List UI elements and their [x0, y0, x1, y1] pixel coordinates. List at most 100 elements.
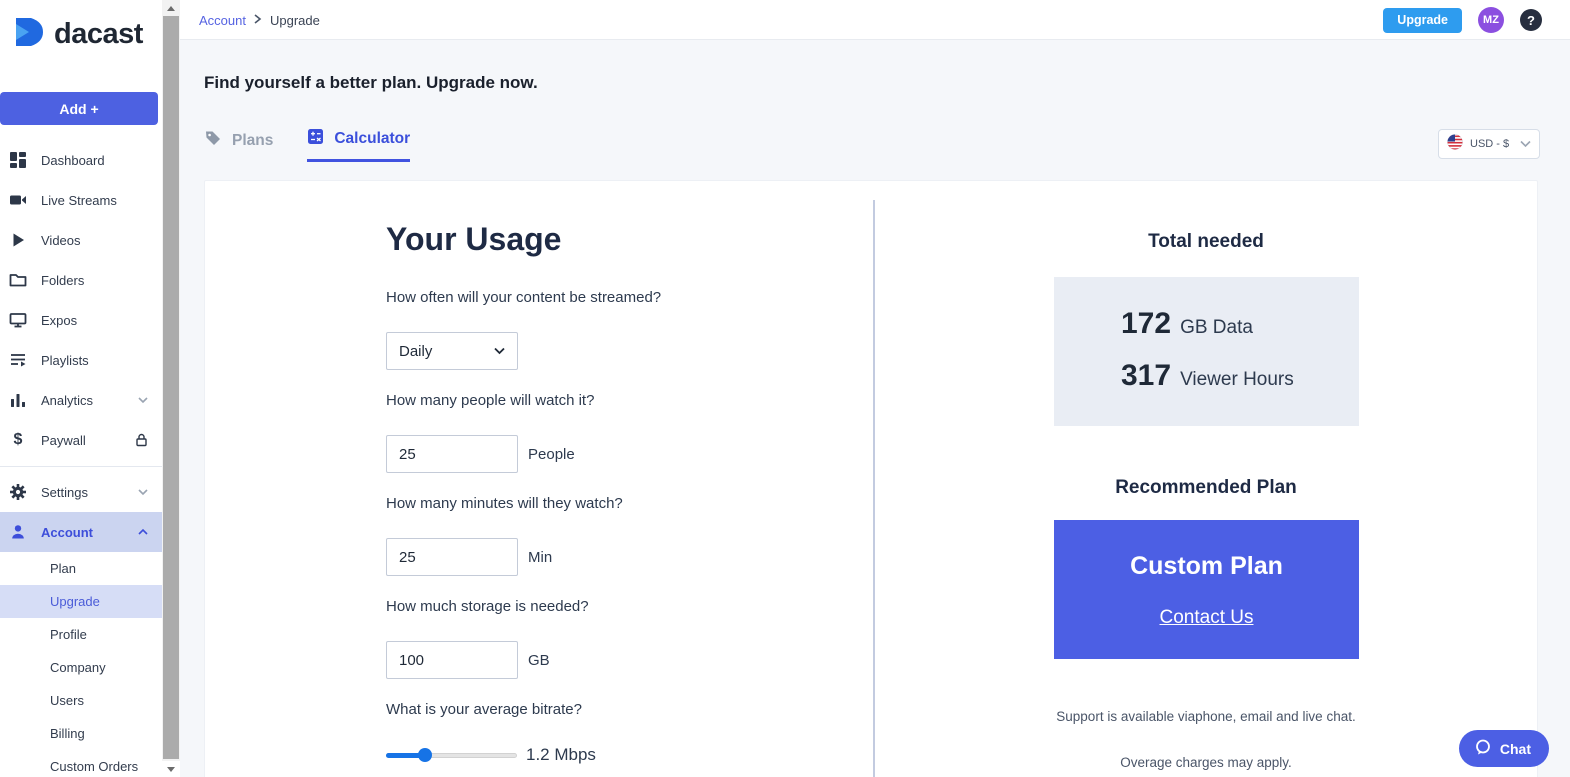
content: Find yourself a better plan. Upgrade now…: [180, 40, 1570, 777]
sidebar-subitem-profile[interactable]: Profile: [0, 618, 162, 651]
sidebar-item-playlists[interactable]: Playlists: [0, 340, 162, 380]
sidebar-item-paywall[interactable]: $ Paywall: [0, 420, 162, 460]
tabs: Plans Calculator: [204, 128, 411, 162]
calculator-card: Your Usage How often will your content b…: [204, 180, 1538, 777]
chat-button-label: Chat: [1499, 740, 1531, 757]
total-needed-box: 172 GB Data 317 Viewer Hours: [1054, 277, 1359, 426]
recommended-plan-box: Custom Plan Contact Us: [1054, 520, 1359, 659]
tab-label: Plans: [232, 131, 274, 149]
sidebar: dacast Add + Dashboard Live Streams Vide…: [0, 0, 162, 777]
total-needed-title: Total needed: [1148, 231, 1264, 252]
scroll-up-button[interactable]: [162, 0, 180, 16]
avatar[interactable]: MZ: [1478, 7, 1504, 33]
frequency-select[interactable]: Daily: [386, 332, 518, 370]
playlist-icon: [9, 351, 27, 369]
folder-icon: [9, 271, 27, 289]
sidebar-subitem-upgrade[interactable]: Upgrade: [0, 585, 162, 618]
storage-question: How much storage is needed?: [386, 598, 589, 615]
triangle-down-icon: [167, 766, 175, 772]
gear-icon: [9, 483, 27, 501]
slider-handle[interactable]: [418, 748, 433, 762]
data-unit: GB Data: [1180, 317, 1253, 338]
calculator-icon: [307, 128, 324, 150]
sidebar-item-label: Paywall: [41, 432, 86, 448]
us-flag-icon: [1447, 133, 1463, 155]
bitrate-question: What is your average bitrate?: [386, 701, 582, 718]
breadcrumb: Account Upgrade: [199, 0, 320, 40]
storage-input[interactable]: [386, 641, 518, 679]
frequency-question: How often will your content be streamed?: [386, 289, 662, 306]
sidebar-item-analytics[interactable]: Analytics: [0, 380, 162, 420]
sidebar-subitem-company[interactable]: Company: [0, 651, 162, 684]
overage-note: Overage charges may apply.: [1120, 755, 1292, 770]
plan-name: Custom Plan: [1130, 552, 1283, 580]
help-icon[interactable]: ?: [1520, 9, 1542, 31]
sidebar-item-videos[interactable]: Videos: [0, 220, 162, 260]
video-camera-icon: [9, 191, 27, 209]
lock-icon: [135, 433, 148, 447]
sidebar-item-folders[interactable]: Folders: [0, 260, 162, 300]
add-button[interactable]: Add +: [0, 92, 158, 125]
sidebar-nav: Dashboard Live Streams Videos Folders Ex…: [0, 140, 162, 460]
sidebar-item-expos[interactable]: Expos: [0, 300, 162, 340]
chevron-down-icon: [138, 487, 148, 497]
sidebar-item-label: Account: [41, 524, 93, 540]
sidebar-item-label: Settings: [41, 484, 88, 500]
people-input[interactable]: [386, 435, 518, 473]
sidebar-subitem-plan[interactable]: Plan: [0, 552, 162, 585]
sidebar-subitem-users[interactable]: Users: [0, 684, 162, 717]
people-unit: People: [528, 445, 575, 463]
sidebar-divider: [0, 466, 162, 467]
dashboard-icon: [9, 151, 27, 169]
sidebar-item-account[interactable]: Account: [0, 512, 162, 552]
viewer-hours-row: 317 Viewer Hours: [1121, 359, 1294, 393]
sidebar-item-dashboard[interactable]: Dashboard: [0, 140, 162, 180]
person-icon: [9, 523, 27, 541]
sidebar-item-label: Playlists: [41, 352, 89, 368]
bitrate-value: 1.2 Mbps: [526, 745, 596, 764]
topbar-right: Upgrade MZ ?: [1383, 0, 1542, 40]
data-value: 172: [1121, 307, 1172, 340]
sidebar-item-label: Analytics: [41, 392, 94, 408]
currency-value: USD - $: [1470, 138, 1510, 150]
viewer-hours-unit: Viewer Hours: [1180, 369, 1294, 390]
topbar-upgrade-button[interactable]: Upgrade: [1383, 7, 1462, 33]
storage-unit: GB: [528, 651, 550, 669]
data-row: 172 GB Data: [1121, 307, 1253, 341]
dacast-logo-icon: [13, 16, 47, 53]
sidebar-subitem-custom-orders[interactable]: Custom Orders: [0, 750, 162, 777]
breadcrumb-chevron-icon: [254, 11, 262, 29]
dacast-logo[interactable]: dacast: [13, 16, 143, 53]
sidebar-item-live-streams[interactable]: Live Streams: [0, 180, 162, 220]
bar-chart-icon: [9, 391, 27, 409]
contact-us-link[interactable]: Contact Us: [1054, 607, 1359, 629]
chevron-down-icon: [494, 342, 505, 360]
viewer-hours-value: 317: [1121, 359, 1172, 392]
chat-button[interactable]: Chat: [1458, 730, 1549, 767]
tab-plans[interactable]: Plans: [204, 128, 273, 162]
bitrate-slider[interactable]: [386, 748, 517, 762]
tag-icon: [204, 129, 222, 152]
tab-label: Calculator: [334, 130, 411, 147]
minutes-input[interactable]: [386, 538, 518, 576]
recommended-plan-title: Recommended Plan: [1115, 477, 1297, 498]
sidebar-item-label: Folders: [41, 272, 85, 288]
scroll-down-button[interactable]: [162, 761, 180, 777]
tab-calculator[interactable]: Calculator: [307, 128, 411, 162]
play-icon: [9, 231, 27, 249]
minutes-unit: Min: [528, 548, 553, 566]
sidebar-nav-secondary: Settings Account Plan Upgrade Profile Co…: [0, 472, 162, 777]
sidebar-item-label: Videos: [41, 232, 81, 248]
page-title: Find yourself a better plan. Upgrade now…: [204, 73, 538, 92]
currency-selector[interactable]: USD - $: [1438, 129, 1540, 159]
sidebar-item-settings[interactable]: Settings: [0, 472, 162, 512]
breadcrumb-account-link[interactable]: Account: [199, 13, 246, 28]
scrollbar-thumb[interactable]: [163, 16, 179, 759]
dollar-icon: $: [13, 431, 23, 448]
chevron-down-icon: [1520, 135, 1531, 153]
breadcrumb-current: Upgrade: [269, 12, 320, 28]
triangle-up-icon: [167, 5, 175, 11]
sidebar-scrollbar[interactable]: [162, 0, 180, 777]
support-note: Support is available viaphone, email and…: [1056, 709, 1356, 724]
sidebar-subitem-billing[interactable]: Billing: [0, 717, 162, 750]
